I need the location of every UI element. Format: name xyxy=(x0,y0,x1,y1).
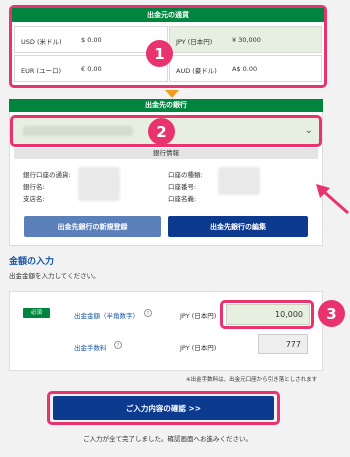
down-arrow-icon xyxy=(165,90,179,98)
fee-currency: JPY (日本円) xyxy=(180,344,217,352)
currency-aud[interactable]: AUD (豪ドル) A$ 0.00 xyxy=(169,55,322,82)
currency-usd-code: USD (米ドル) xyxy=(21,38,62,46)
help-icon[interactable]: ? xyxy=(144,309,152,317)
currency-jpy-code: JPY (日本円) xyxy=(176,38,213,46)
currency-usd[interactable]: USD (米ドル) $ 0.00 xyxy=(14,26,168,53)
label-account-holder: 口座名義: xyxy=(168,195,197,203)
confirm-button[interactable]: ご入力内容の確認 >> xyxy=(53,396,274,420)
label-account-type: 口座の種類: xyxy=(168,171,203,179)
fee-note: ※出金手数料は、出金元口座から引き落としされます xyxy=(186,377,318,383)
confirm-footer: ご入力が全て完了しました。確認画面へお進みください。 xyxy=(83,435,252,443)
currency-eur[interactable]: EUR (ユーロ) € 0.00 xyxy=(14,55,168,82)
step-3-badge: 3 xyxy=(318,300,345,327)
fee-help-icon[interactable]: ? xyxy=(114,341,122,349)
pointer-arrow-icon xyxy=(316,184,349,215)
register-bank-button[interactable]: 出金先銀行の新規登録 xyxy=(24,216,161,237)
step-1-badge: 1 xyxy=(146,40,173,67)
bank-info-blurred-left xyxy=(78,167,120,201)
edit-bank-button[interactable]: 出金先銀行の編集 xyxy=(168,216,308,237)
bank-info-header: 銀行情報 xyxy=(14,148,318,159)
label-account-currency: 銀行口座の通貨: xyxy=(23,171,71,179)
bank-info-blurred-right xyxy=(218,167,260,195)
label-account-number: 口座番号: xyxy=(168,183,197,191)
amount-heading: 金額の入力 xyxy=(9,257,55,267)
amount-input[interactable]: 10,000 xyxy=(226,304,310,325)
chevron-down-icon: ⌄ xyxy=(304,125,313,136)
currency-eur-value: € 0.00 xyxy=(81,65,102,73)
label-bank-name: 銀行名: xyxy=(23,183,45,191)
bank-select-value xyxy=(23,126,133,136)
currency-eur-code: EUR (ユーロ) xyxy=(21,67,62,75)
step-2-badge: 2 xyxy=(148,118,175,145)
amount-subtext: 出金金額を入力してください。 xyxy=(9,272,100,280)
currency-aud-value: A$ 0.00 xyxy=(232,65,258,73)
currency-jpy-value: ¥ 30,000 xyxy=(232,36,261,44)
fee-value: 777 xyxy=(258,334,308,354)
fee-label: 出金手数料 xyxy=(74,344,107,352)
currency-jpy[interactable]: JPY (日本円) ¥ 30,000 xyxy=(169,26,322,53)
currency-usd-value: $ 0.00 xyxy=(81,36,102,44)
amount-label: 出金金額（半角数字） xyxy=(74,312,139,320)
bank-section-title: 出金先の銀行 xyxy=(9,99,323,112)
currency-section-title: 出金元の通貨 xyxy=(12,8,324,22)
amount-currency: JPY (日本円) xyxy=(180,312,217,320)
label-branch-name: 支店名: xyxy=(23,195,45,203)
required-badge: 必須 xyxy=(23,308,50,318)
currency-aud-code: AUD (豪ドル) xyxy=(176,67,217,75)
